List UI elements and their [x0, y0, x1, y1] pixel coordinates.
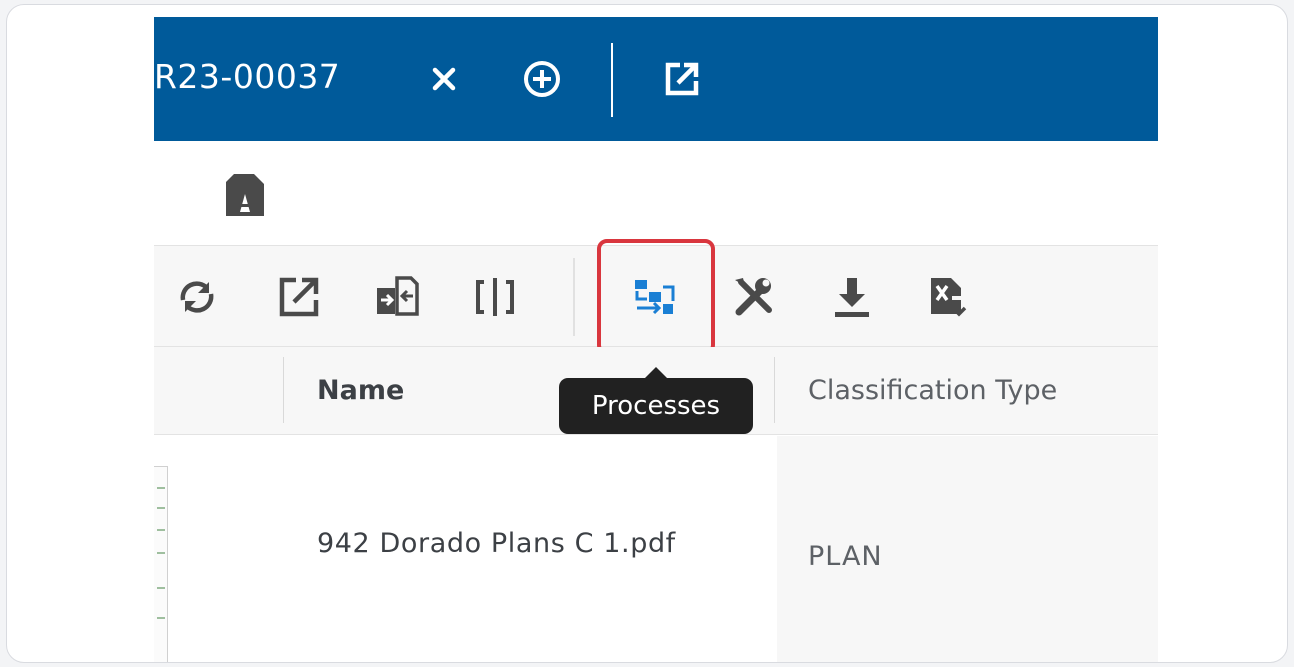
column-header-classification-type[interactable]: Classification Type [808, 371, 1057, 411]
close-icon[interactable] [424, 59, 464, 99]
app-viewport: R23-00037 Name Classification Type Proce… [154, 17, 1158, 662]
toolbar-separator [573, 258, 575, 336]
split-view-icon[interactable] [472, 274, 518, 320]
record-title: R23-00037 [154, 57, 341, 96]
classification-value: PLAN [808, 541, 883, 572]
column-separator [774, 357, 775, 423]
export-excel-icon[interactable] [925, 274, 971, 320]
attach-document-icon[interactable] [373, 274, 419, 320]
thumbnail-cell [154, 436, 284, 662]
processes-icon[interactable] [631, 274, 677, 320]
column-separator [283, 357, 284, 423]
column-header-name[interactable]: Name [317, 371, 404, 411]
add-circle-icon[interactable] [522, 59, 562, 99]
record-header: R23-00037 [154, 17, 1158, 141]
screenshot-frame: R23-00037 Name Classification Type Proce… [6, 4, 1288, 663]
table-row[interactable]: 942 Dorado Plans C 1.pdf PLAN [154, 436, 1158, 662]
header-divider [611, 43, 613, 117]
open-external-icon[interactable] [276, 274, 322, 320]
open-external-icon[interactable] [662, 59, 702, 99]
document-type-icon [224, 172, 266, 218]
document-thumbnail[interactable] [154, 466, 168, 662]
document-toolbar [154, 245, 1158, 347]
refresh-icon[interactable] [174, 274, 220, 320]
name-cell: 942 Dorado Plans C 1.pdf [284, 436, 777, 662]
processes-tooltip: Processes [559, 378, 753, 434]
classification-cell: PLAN [777, 436, 1158, 662]
tools-icon[interactable] [731, 274, 777, 320]
download-icon[interactable] [829, 274, 875, 320]
file-name[interactable]: 942 Dorado Plans C 1.pdf [317, 524, 677, 564]
